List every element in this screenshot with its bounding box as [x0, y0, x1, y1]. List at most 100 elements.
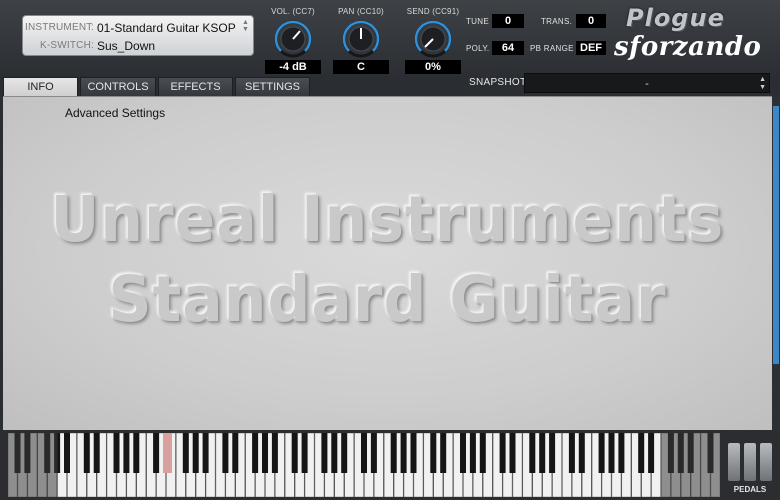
pedal-middle[interactable]: [744, 443, 756, 481]
black-key[interactable]: [638, 433, 645, 473]
colon: :: [91, 22, 94, 33]
black-key[interactable]: [182, 433, 189, 473]
tune-label: TUNE: [466, 17, 489, 26]
instrument-row[interactable]: INSTRUMENT : 01-Standard Guitar KSOP: [23, 19, 253, 37]
knob-icon: [342, 20, 380, 58]
info-panel: Advanced Settings Unreal Instruments Sta…: [3, 96, 772, 430]
out-of-range-zone: [8, 433, 58, 497]
black-key[interactable]: [153, 433, 160, 473]
black-key[interactable]: [499, 433, 506, 473]
black-key[interactable]: [232, 433, 239, 473]
send-control: SEND (CC91) 0%: [398, 6, 468, 74]
send-value: 0%: [405, 60, 461, 74]
kswitch-value[interactable]: Sus_Down: [97, 37, 155, 55]
tune-value-field[interactable]: 0: [492, 14, 524, 28]
black-key[interactable]: [469, 433, 476, 473]
black-key[interactable]: [83, 433, 90, 473]
send-knob[interactable]: [414, 20, 452, 58]
instrument-name-title: Standard Guitar: [108, 263, 667, 337]
volume-label: VOL. (CC7): [271, 7, 315, 16]
trans-value-field[interactable]: 0: [576, 14, 606, 28]
pan-knob[interactable]: [342, 20, 380, 58]
black-key[interactable]: [390, 433, 397, 473]
pedal-left[interactable]: [728, 443, 740, 481]
black-key[interactable]: [479, 433, 486, 473]
knob-icon: [414, 20, 452, 58]
kswitch-row[interactable]: K-SWITCH : Sus_Down: [23, 37, 253, 55]
black-key[interactable]: [460, 433, 466, 473]
black-key[interactable]: [549, 433, 556, 473]
black-key[interactable]: [93, 433, 100, 473]
tab-effects[interactable]: EFFECTS: [158, 77, 233, 96]
pb-range-label: PB RANGE: [530, 44, 574, 53]
instrument-label: INSTRUMENT: [25, 22, 93, 33]
snapshot-dropdown[interactable]: - ▲ ▼: [524, 73, 770, 93]
plogue-logo-text: Plogue: [626, 4, 725, 32]
pan-value: C: [333, 60, 389, 74]
black-key[interactable]: [370, 433, 377, 473]
keyboard-area: PEDALS: [0, 430, 780, 500]
vertical-scrollbar[interactable]: [772, 96, 780, 430]
black-key[interactable]: [618, 433, 625, 473]
advanced-settings-link[interactable]: Advanced Settings: [65, 106, 165, 120]
tab-settings[interactable]: SETTINGS: [235, 77, 310, 96]
black-key[interactable]: [331, 433, 338, 473]
send-label: SEND (CC91): [406, 7, 460, 16]
black-key[interactable]: [192, 433, 199, 473]
black-key[interactable]: [113, 433, 120, 473]
pedals-label: PEDALS: [733, 485, 767, 494]
pedal-right[interactable]: [760, 443, 772, 481]
plogue-sforzando-logo: Plogue sforzando: [612, 4, 774, 64]
black-key[interactable]: [321, 433, 328, 473]
black-key[interactable]: [440, 433, 447, 473]
black-key[interactable]: [430, 433, 437, 473]
instrument-value[interactable]: 01-Standard Guitar KSOP: [97, 19, 236, 37]
pan-label: PAN (CC10): [338, 7, 384, 16]
sforzando-logo-text: sforzando: [614, 32, 762, 62]
black-key[interactable]: [202, 433, 209, 473]
pedals-panel: PEDALS: [722, 433, 778, 497]
keyswitch-key-highlight[interactable]: [163, 433, 172, 473]
black-key[interactable]: [509, 433, 516, 473]
kswitch-label: K-SWITCH: [39, 40, 91, 51]
black-key[interactable]: [361, 433, 367, 473]
black-key[interactable]: [648, 433, 655, 473]
black-key[interactable]: [568, 433, 575, 473]
piano-keyboard[interactable]: [8, 433, 720, 497]
black-key[interactable]: [608, 433, 615, 473]
black-key[interactable]: [133, 433, 140, 473]
header-bar: INSTRUMENT : 01-Standard Guitar KSOP K-S…: [0, 0, 780, 76]
poly-label: POLY.: [466, 44, 490, 53]
instrument-brand-title: Unreal Instruments: [50, 183, 725, 257]
black-key[interactable]: [123, 433, 130, 473]
black-key[interactable]: [301, 433, 308, 473]
black-key[interactable]: [271, 433, 278, 473]
tab-info[interactable]: INFO: [3, 77, 78, 96]
black-key[interactable]: [400, 433, 407, 473]
black-key[interactable]: [539, 433, 546, 473]
black-key[interactable]: [578, 433, 585, 473]
updown-arrows-icon[interactable]: ▲ ▼: [759, 76, 766, 92]
knob-icon: [274, 20, 312, 58]
black-key[interactable]: [252, 433, 259, 473]
volume-value: -4 dB: [265, 60, 321, 74]
black-key[interactable]: [410, 433, 417, 473]
black-key[interactable]: [529, 433, 536, 473]
out-of-range-zone: [661, 433, 720, 497]
black-key[interactable]: [341, 433, 348, 473]
poly-value-field[interactable]: 64: [492, 41, 524, 55]
pb-range-value-field[interactable]: DEF: [576, 41, 606, 55]
updown-arrows-icon[interactable]: ▲ ▼: [241, 19, 250, 35]
tab-controls[interactable]: CONTROLS: [80, 77, 156, 96]
scrollbar-thumb[interactable]: [773, 106, 779, 364]
black-key[interactable]: [64, 433, 70, 473]
pan-control: PAN (CC10) C: [326, 6, 396, 74]
instrument-selector[interactable]: INSTRUMENT : 01-Standard Guitar KSOP K-S…: [22, 15, 254, 56]
black-key[interactable]: [291, 433, 298, 473]
black-key[interactable]: [222, 433, 229, 473]
black-key[interactable]: [598, 433, 605, 473]
tab-bar: INFO CONTROLS EFFECTS SETTINGS: [3, 77, 313, 96]
volume-knob[interactable]: [274, 20, 312, 58]
black-key[interactable]: [262, 433, 268, 473]
trans-label: TRANS.: [541, 17, 573, 26]
